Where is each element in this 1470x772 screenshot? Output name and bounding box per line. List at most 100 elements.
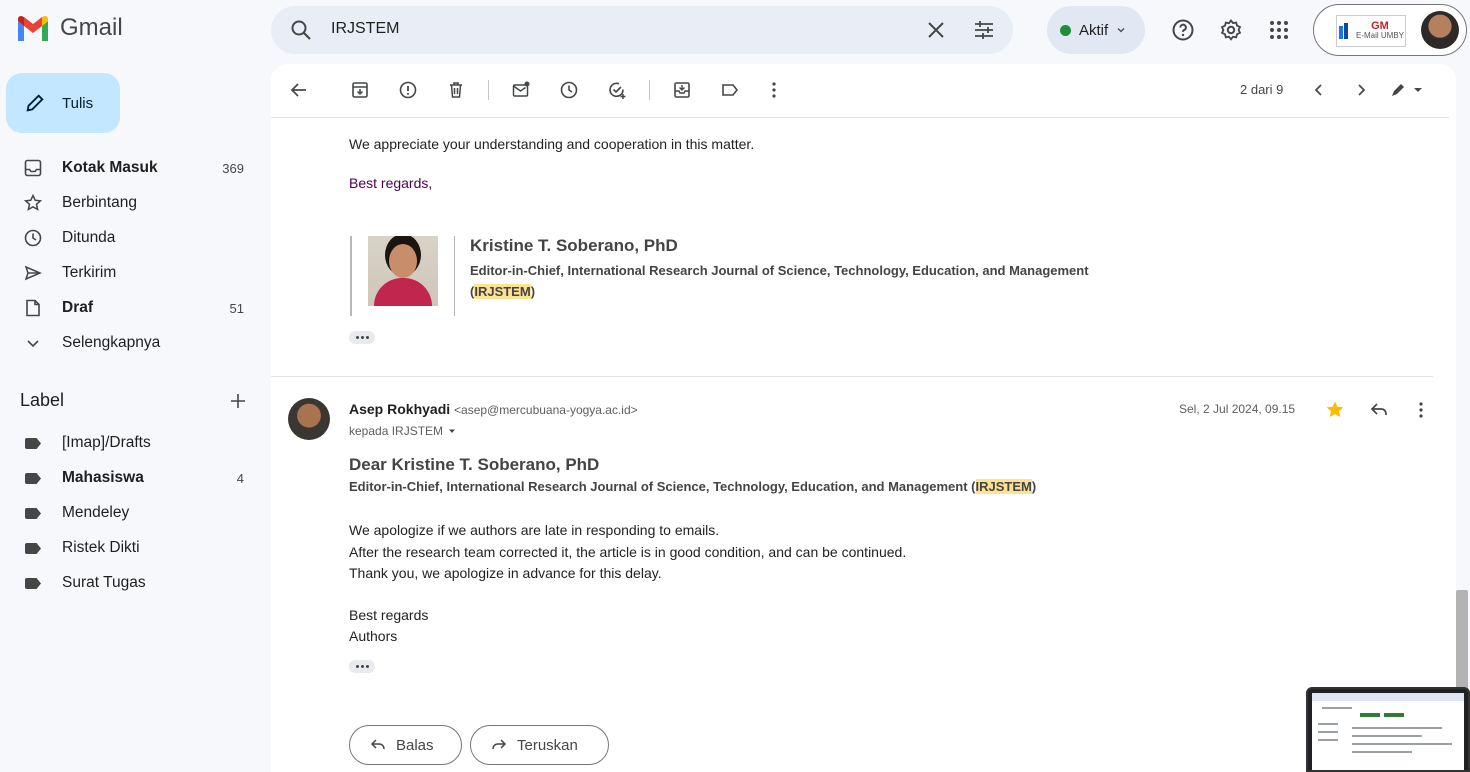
sender-line: Asep Rokhyadi <asep@mercubuana-yogya.ac.… <box>349 401 638 417</box>
unread-count: 4 <box>236 470 244 486</box>
gmail-m-icon <box>18 16 48 41</box>
sidebar-item-label: Mendeley <box>62 504 130 521</box>
signature-left-border <box>350 236 352 316</box>
labels-heading: Label <box>20 390 65 410</box>
chevron-down-icon <box>27 340 39 348</box>
more-vert-icon[interactable] <box>764 80 784 100</box>
signature-title-text: Editor-in-Chief, International Research … <box>470 263 1089 278</box>
help-icon[interactable] <box>1171 18 1195 42</box>
back-arrow-icon[interactable] <box>289 80 309 100</box>
sidebar-label-mendeley[interactable]: Mendeley <box>0 496 260 530</box>
search-icon[interactable] <box>289 18 313 42</box>
screenshot-thumbnail[interactable] <box>1306 687 1470 772</box>
signature-photo <box>368 236 438 306</box>
message-closing: Best regards, <box>349 175 433 191</box>
message-body: We apologize if we authors are late in r… <box>349 520 906 648</box>
label-tag-icon <box>25 508 41 519</box>
snooze-icon[interactable] <box>559 80 579 100</box>
clear-search-icon[interactable] <box>924 18 948 42</box>
inbox-icon <box>24 159 42 177</box>
unread-count: 369 <box>222 160 244 176</box>
clock-icon <box>24 229 42 247</box>
pagination-text: 2 dari 9 <box>1240 82 1284 97</box>
status-selector[interactable]: Aktif <box>1047 6 1145 54</box>
search-bar[interactable]: IRJSTEM <box>271 6 1013 54</box>
sidebar-item-snoozed[interactable]: Ditunda <box>0 221 260 255</box>
sender-name[interactable]: Asep Rokhyadi <box>349 401 450 417</box>
label-tag-icon <box>25 543 41 554</box>
apps-grid-icon[interactable] <box>1267 18 1291 42</box>
body-line: We apologize if we authors are late in r… <box>349 522 720 538</box>
account-avatar[interactable] <box>1421 11 1459 49</box>
reply-icon[interactable] <box>1369 400 1389 420</box>
sidebar-label-ristek-dikti[interactable]: Ristek Dikti <box>0 531 260 565</box>
sidebar-item-sent[interactable]: Terkirim <box>0 256 260 290</box>
closing-line: Authors <box>349 628 398 644</box>
recipient-title-close: ) <box>1031 479 1037 494</box>
status-dot <box>1060 24 1071 36</box>
forward-button[interactable]: Teruskan <box>470 725 609 765</box>
star-icon[interactable] <box>1325 400 1345 420</box>
chevron-down-icon <box>1117 28 1125 33</box>
toolbar-divider-line <box>271 117 1449 118</box>
input-tools-icon[interactable] <box>1389 80 1425 100</box>
label-tag-icon <box>25 473 41 484</box>
sidebar-item-label: Selengkapnya <box>62 334 161 351</box>
search-options-icon[interactable] <box>972 18 996 42</box>
star-icon <box>24 194 42 211</box>
compose-label: Tulis <box>62 94 94 112</box>
settings-icon[interactable] <box>1219 18 1243 42</box>
add-label-icon[interactable] <box>229 392 247 410</box>
top-bar: Gmail IRJSTEM Aktif GM E-Mail UMBY <box>0 0 1470 60</box>
more-vert-icon[interactable] <box>1411 400 1431 420</box>
sidebar-label-imap-drafts[interactable]: [Imap]/Drafts <box>0 426 260 460</box>
toolbar-divider <box>488 80 489 100</box>
sidebar-item-inbox[interactable]: Kotak Masuk 369 <box>0 151 260 185</box>
sidebar-item-label: Draf <box>62 299 94 316</box>
reply-button[interactable]: Balas <box>349 725 462 765</box>
sidebar-item-label: Surat Tugas <box>62 574 146 591</box>
delete-icon[interactable] <box>446 80 466 100</box>
organization-logo: GM E-Mail UMBY <box>1336 15 1406 47</box>
sidebar-item-label: Kotak Masuk <box>62 159 158 176</box>
forward-label: Teruskan <box>517 736 578 754</box>
label-tag-icon <box>25 438 41 449</box>
sidebar-item-drafts[interactable]: Draf 51 <box>0 291 260 325</box>
draft-icon <box>26 299 40 317</box>
show-trimmed-content-button[interactable] <box>349 331 375 344</box>
archive-icon[interactable] <box>350 80 370 100</box>
gmail-logo[interactable]: Gmail <box>16 14 123 42</box>
compose-button[interactable]: Tulis <box>6 73 120 133</box>
mark-unread-icon[interactable] <box>511 80 531 100</box>
older-chevron-icon[interactable] <box>1351 80 1371 100</box>
sender-avatar[interactable] <box>288 398 330 440</box>
account-switcher[interactable]: GM E-Mail UMBY <box>1313 4 1467 56</box>
report-spam-icon[interactable] <box>398 80 418 100</box>
organization-emblem-icon <box>1338 23 1348 39</box>
body-line: After the research team corrected it, th… <box>349 543 907 560</box>
search-highlight: IRJSTEM <box>975 479 1032 494</box>
sidebar-label-mahasiswa[interactable]: Mahasiswa 4 <box>0 461 260 495</box>
label-icon[interactable] <box>720 80 740 100</box>
sidebar-item-label: Mahasiswa <box>62 469 144 486</box>
sidebar-item-starred[interactable]: Berbintang <box>0 186 260 220</box>
add-to-tasks-icon[interactable] <box>607 80 627 100</box>
sender-email: <asep@mercubuana-yogya.ac.id> <box>454 403 638 417</box>
newer-chevron-icon[interactable] <box>1309 80 1329 100</box>
recipient-text: kepada IRJSTEM <box>349 424 444 438</box>
message-date: Sel, 2 Jul 2024, 09.15 <box>1179 402 1296 416</box>
show-trimmed-content-button[interactable] <box>349 660 375 673</box>
move-to-icon[interactable] <box>672 80 692 100</box>
toolbar-divider <box>649 80 650 100</box>
sidebar-label-surat-tugas[interactable]: Surat Tugas <box>0 566 260 600</box>
sidebar-item-label: Ristek Dikti <box>62 539 140 556</box>
sidebar-item-label: [Imap]/Drafts <box>62 434 151 451</box>
recipient-line[interactable]: kepada IRJSTEM <box>349 424 457 438</box>
signature-paren-close: ) <box>530 284 536 299</box>
search-input[interactable]: IRJSTEM <box>331 20 399 38</box>
status-label: Aktif <box>1079 21 1109 39</box>
label-tag-icon <box>25 578 41 589</box>
gmail-wordmark: Gmail <box>60 14 123 41</box>
greeting: Dear Kristine T. Soberano, PhD <box>349 455 600 474</box>
sidebar-item-more[interactable]: Selengkapnya <box>0 326 260 360</box>
